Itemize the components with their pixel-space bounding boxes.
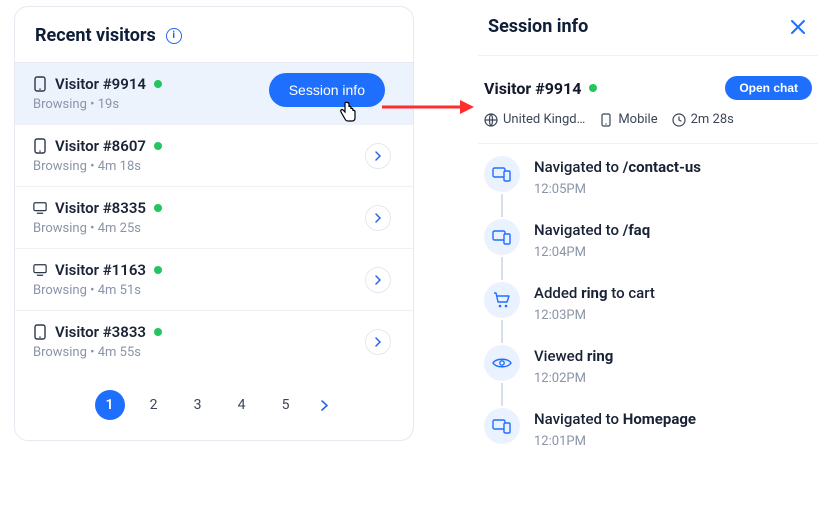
- close-icon[interactable]: [790, 19, 806, 35]
- arrow-icon: [382, 97, 474, 117]
- page-number[interactable]: 5: [271, 390, 301, 420]
- expand-button[interactable]: [365, 143, 391, 169]
- online-dot-icon: [154, 80, 162, 88]
- visitor-status: Browsing • 4m 51s: [33, 283, 395, 298]
- visitor-row[interactable]: Visitor #3833 Browsing • 4m 55s: [15, 310, 413, 372]
- session-info-button[interactable]: Session info: [269, 73, 385, 107]
- recent-visitors-header: Recent visitors i: [15, 7, 413, 62]
- eye-icon: [484, 345, 520, 381]
- online-dot-icon: [589, 84, 597, 92]
- timeline-time: 12:01PM: [534, 434, 696, 449]
- visitor-status: Browsing • 4m 55s: [33, 345, 395, 360]
- online-dot-icon: [154, 328, 162, 336]
- page-next-button[interactable]: [315, 396, 334, 415]
- pagination: 1 2 3 4 5: [15, 372, 413, 440]
- cart-icon: [484, 282, 520, 318]
- mobile-icon: [33, 325, 47, 339]
- timeline-text: Navigated to /faq: [534, 221, 650, 239]
- page-number[interactable]: 2: [139, 390, 169, 420]
- meta-device: Mobile: [618, 112, 657, 127]
- online-dot-icon: [154, 204, 162, 212]
- session-info-title: Session info: [488, 16, 588, 37]
- expand-button[interactable]: [365, 267, 391, 293]
- globe-icon: [484, 113, 498, 127]
- timeline: Navigated to /contact-us 12:05PM Navigat…: [478, 144, 818, 471]
- mobile-icon: [599, 113, 613, 127]
- visitor-name: Visitor #1163: [55, 261, 146, 279]
- visitor-row[interactable]: Visitor #1163 Browsing • 4m 51s: [15, 248, 413, 310]
- visitor-status: Browsing • 4m 25s: [33, 221, 395, 236]
- visitor-name: Visitor #9914: [55, 75, 146, 93]
- desktop-icon: [33, 201, 47, 215]
- timeline-item: Navigated to /contact-us 12:05PM: [484, 156, 814, 219]
- visitor-row[interactable]: Visitor #8335 Browsing • 4m 25s: [15, 186, 413, 248]
- timeline-text: Added ring to cart: [534, 284, 655, 302]
- page-number[interactable]: 3: [183, 390, 213, 420]
- device-multi-icon: [484, 156, 520, 192]
- session-visitor-name: Visitor #9914: [484, 79, 581, 98]
- device-multi-icon: [484, 219, 520, 255]
- timeline-text: Viewed ring: [534, 347, 613, 365]
- mobile-icon: [33, 139, 47, 153]
- timeline-item: Added ring to cart 12:03PM: [484, 282, 814, 345]
- visitor-row[interactable]: Visitor #8607 Browsing • 4m 18s: [15, 124, 413, 186]
- expand-button[interactable]: [365, 329, 391, 355]
- visitor-name: Visitor #3833: [55, 323, 146, 341]
- session-info-panel: Session info Visitor #9914 Open chat Uni…: [478, 6, 818, 471]
- timeline-text: Navigated to Homepage: [534, 410, 696, 428]
- page-number[interactable]: 1: [95, 390, 125, 420]
- device-multi-icon: [484, 408, 520, 444]
- page-number[interactable]: 4: [227, 390, 257, 420]
- timeline-time: 12:05PM: [534, 182, 701, 197]
- timeline-time: 12:03PM: [534, 308, 655, 323]
- meta-duration: 2m 28s: [691, 112, 734, 127]
- info-icon[interactable]: i: [166, 28, 182, 44]
- session-meta: United Kingd… Mobile 2m 28s: [478, 100, 818, 144]
- online-dot-icon: [154, 142, 162, 150]
- recent-visitors-panel: Recent visitors i Visitor #9914 Browsing…: [14, 6, 414, 441]
- timeline-text: Navigated to /contact-us: [534, 158, 701, 176]
- online-dot-icon: [154, 266, 162, 274]
- desktop-icon: [33, 263, 47, 277]
- visitor-row[interactable]: Visitor #9914 Browsing • 19s Session inf…: [15, 62, 413, 124]
- timeline-item: Viewed ring 12:02PM: [484, 345, 814, 408]
- visitor-name: Visitor #8335: [55, 199, 146, 217]
- timeline-time: 12:04PM: [534, 245, 650, 260]
- timeline-item: Navigated to /faq 12:04PM: [484, 219, 814, 282]
- recent-visitors-title: Recent visitors: [35, 25, 156, 46]
- open-chat-button[interactable]: Open chat: [725, 76, 812, 100]
- visitor-name: Visitor #8607: [55, 137, 146, 155]
- timeline-item: Navigated to Homepage 12:01PM: [484, 408, 814, 471]
- timeline-time: 12:02PM: [534, 371, 613, 386]
- session-info-header: Session info: [478, 6, 818, 56]
- session-visitor-row: Visitor #9914 Open chat: [478, 56, 818, 100]
- meta-country: United Kingd…: [503, 112, 585, 127]
- mobile-icon: [33, 77, 47, 91]
- expand-button[interactable]: [365, 205, 391, 231]
- visitor-status: Browsing • 4m 18s: [33, 159, 395, 174]
- clock-icon: [672, 113, 686, 127]
